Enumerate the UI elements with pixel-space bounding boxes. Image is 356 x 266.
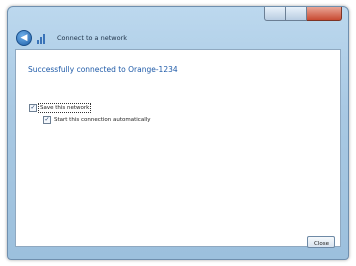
network-signal-icon xyxy=(37,32,49,44)
start-automatically-option[interactable]: ✓ Start this connection automatically xyxy=(43,116,151,124)
navigation-bar: ◀ Connect to a network xyxy=(16,30,127,46)
window-close-button[interactable] xyxy=(307,7,342,21)
page-title: Successfully connected to Orange-1234 xyxy=(28,65,178,74)
save-network-label: Save this network xyxy=(37,103,92,113)
window-controls xyxy=(264,7,342,21)
save-network-checkbox[interactable]: ✓ xyxy=(29,104,37,112)
start-automatically-checkbox[interactable]: ✓ xyxy=(43,116,51,124)
start-automatically-label: Start this connection automatically xyxy=(54,117,151,123)
breadcrumb: Connect to a network xyxy=(57,34,127,42)
dialog-footer: Close xyxy=(15,236,341,258)
save-network-option[interactable]: ✓ Save this network xyxy=(29,103,92,113)
maximize-button[interactable] xyxy=(286,7,307,21)
content-panel: Successfully connected to Orange-1234 ✓ … xyxy=(15,49,341,247)
back-arrow-icon[interactable]: ◀ xyxy=(16,30,32,46)
connect-dialog-window: ◀ Connect to a network Successfully conn… xyxy=(7,6,349,260)
minimize-button[interactable] xyxy=(264,7,286,21)
close-button[interactable]: Close xyxy=(307,236,335,248)
